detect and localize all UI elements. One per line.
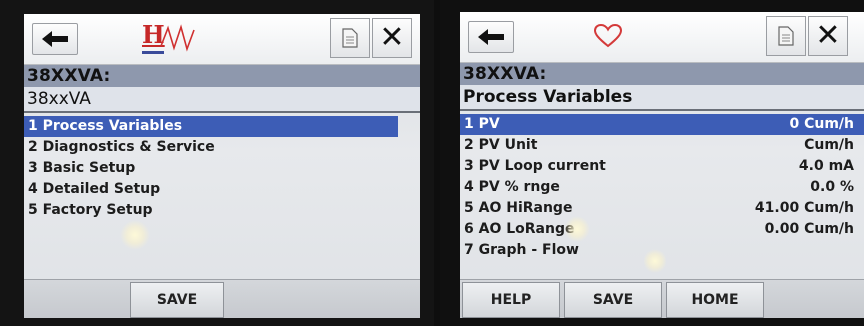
menu-item-value: 0.0 % bbox=[810, 179, 854, 195]
close-icon: ✕ bbox=[815, 18, 841, 53]
menu-item-value: 0.00 Cum/h bbox=[764, 221, 854, 237]
menu-item-ao-lorange[interactable]: 6 AO LoRange 0.00 Cum/h bbox=[460, 219, 864, 240]
close-button[interactable]: ✕ bbox=[808, 16, 848, 56]
close-button[interactable]: ✕ bbox=[372, 18, 412, 58]
heart-icon bbox=[594, 24, 622, 48]
device-title: 38XXVA: bbox=[460, 63, 864, 85]
left-screen: H ✕ 38XXVA: 38xxVA 1 Process Variables 2… bbox=[24, 14, 420, 318]
menu-item-value: 41.00 Cum/h bbox=[754, 200, 854, 216]
menu-item-label: 6 AO LoRange bbox=[464, 221, 575, 237]
menu-item-label: 1 Process Variables bbox=[28, 118, 183, 134]
document-button[interactable] bbox=[330, 18, 370, 58]
menu-item-diagnostics[interactable]: 2 Diagnostics & Service bbox=[24, 137, 420, 158]
menu-item-label: 7 Graph - Flow bbox=[464, 242, 579, 258]
menu-item-ao-hirange[interactable]: 5 AO HiRange 41.00 Cum/h bbox=[460, 198, 864, 219]
process-variables-list: 1 PV 0 Cum/h 2 PV Unit Cum/h 3 PV Loop c… bbox=[460, 114, 864, 261]
right-device-photo: ✕ 38XXVA: Process Variables 1 PV 0 Cum/h… bbox=[440, 0, 864, 326]
hart-logo-icon: H bbox=[142, 20, 202, 56]
menu-item-pv-percent-range[interactable]: 4 PV % rnge 0.0 % bbox=[460, 177, 864, 198]
bottom-toolbar: HELP SAVE HOME bbox=[460, 279, 864, 318]
back-button[interactable] bbox=[468, 21, 514, 53]
back-arrow-icon bbox=[478, 29, 504, 45]
menu-item-value: 0 Cum/h bbox=[789, 116, 854, 132]
top-toolbar: H ✕ bbox=[24, 14, 420, 65]
document-icon bbox=[778, 26, 794, 46]
menu-item-detailed-setup[interactable]: 4 Detailed Setup bbox=[24, 179, 420, 200]
document-button[interactable] bbox=[766, 16, 806, 56]
left-device-photo: H ✕ 38XXVA: 38xxVA 1 Process Variables 2… bbox=[0, 0, 434, 326]
menu-item-value: 4.0 mA bbox=[798, 158, 854, 174]
menu-item-pv[interactable]: 1 PV 0 Cum/h bbox=[460, 114, 864, 135]
page-title: Process Variables bbox=[460, 85, 864, 111]
home-button[interactable]: HOME bbox=[666, 282, 764, 318]
device-title: 38XXVA: bbox=[24, 65, 420, 87]
menu-item-label: 5 Factory Setup bbox=[28, 202, 153, 218]
menu-item-label: 3 Basic Setup bbox=[28, 160, 136, 176]
menu-item-value: Cum/h bbox=[804, 137, 854, 153]
back-button[interactable] bbox=[32, 23, 78, 55]
close-icon: ✕ bbox=[379, 20, 405, 55]
menu-item-pv-unit[interactable]: 2 PV Unit Cum/h bbox=[460, 135, 864, 156]
save-button[interactable]: SAVE bbox=[564, 282, 662, 318]
document-icon bbox=[342, 28, 358, 48]
screen-glare bbox=[120, 220, 150, 250]
help-button[interactable]: HELP bbox=[462, 282, 560, 318]
bottom-toolbar: SAVE bbox=[24, 279, 420, 318]
menu-item-label: 2 PV Unit bbox=[464, 137, 538, 153]
menu-item-label: 4 Detailed Setup bbox=[28, 181, 161, 197]
menu-item-basic-setup[interactable]: 3 Basic Setup bbox=[24, 158, 420, 179]
back-arrow-icon bbox=[42, 31, 68, 47]
right-screen: ✕ 38XXVA: Process Variables 1 PV 0 Cum/h… bbox=[460, 12, 864, 318]
save-button[interactable]: SAVE bbox=[130, 282, 224, 318]
menu-item-label: 1 PV bbox=[464, 116, 500, 132]
menu-item-label: 5 AO HiRange bbox=[464, 200, 573, 216]
menu-item-pv-loop-current[interactable]: 3 PV Loop current 4.0 mA bbox=[460, 156, 864, 177]
menu-item-label: 2 Diagnostics & Service bbox=[28, 139, 215, 155]
main-menu: 1 Process Variables 2 Diagnostics & Serv… bbox=[24, 116, 420, 221]
screen-glare bbox=[644, 248, 666, 274]
screen-glare bbox=[564, 216, 590, 242]
top-toolbar: ✕ bbox=[460, 12, 864, 63]
device-subtitle: 38xxVA bbox=[24, 87, 420, 113]
menu-item-factory-setup[interactable]: 5 Factory Setup bbox=[24, 200, 420, 221]
menu-item-process-variables[interactable]: 1 Process Variables bbox=[24, 116, 398, 137]
menu-item-label: 4 PV % rnge bbox=[464, 179, 560, 195]
menu-item-label: 3 PV Loop current bbox=[464, 158, 606, 174]
